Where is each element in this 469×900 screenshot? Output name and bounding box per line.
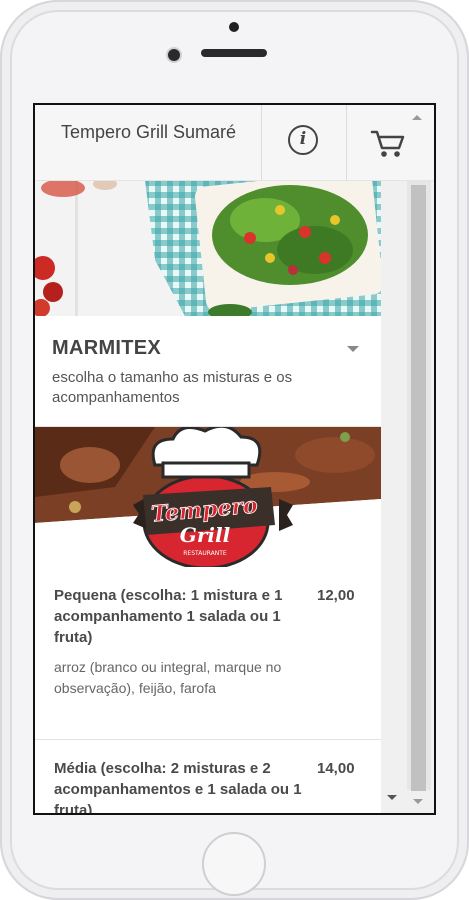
- category-title: MARMITEX: [52, 337, 162, 359]
- hero-food-image: [35, 180, 381, 316]
- logo-text: Grill: [180, 523, 231, 547]
- scroll-up-arrow[interactable]: [412, 115, 422, 120]
- earpiece-speaker: [201, 49, 267, 57]
- app-screen: Tempero Grill Sumaré i MARMITEX escolha …: [33, 103, 436, 815]
- item-name: Pequena (escolha: 1 mistura e 1 acompanh…: [54, 587, 283, 646]
- front-camera: [168, 49, 180, 61]
- restaurant-name[interactable]: Tempero Grill Sumaré: [61, 123, 261, 142]
- front-sensor: [229, 22, 239, 32]
- restaurant-logo-banner: Tempero Grill RESTAURANTE: [35, 427, 381, 567]
- logo-subtitle: RESTAURANTE: [183, 550, 227, 557]
- scrollbar-thumb[interactable]: [411, 185, 426, 791]
- item-price: 12,00: [317, 587, 355, 604]
- item-name: Média (escolha: 2 misturas e 2 acompanha…: [54, 760, 302, 815]
- menu-item[interactable]: Média (escolha: 2 misturas e 2 acompanha…: [35, 740, 381, 815]
- header-divider: [261, 105, 262, 180]
- info-icon[interactable]: i: [288, 125, 318, 155]
- home-button[interactable]: [202, 832, 266, 896]
- item-description: arroz (branco ou integral, marque no obs…: [54, 659, 282, 696]
- menu-content: MARMITEX escolha o tamanho as misturas e…: [35, 316, 381, 815]
- item-price: 14,00: [317, 760, 355, 777]
- cart-icon[interactable]: [369, 124, 409, 160]
- app-header: Tempero Grill Sumaré i: [35, 105, 434, 181]
- phone-frame: Tempero Grill Sumaré i MARMITEX escolha …: [0, 0, 469, 900]
- chevron-down-icon[interactable]: [347, 346, 359, 352]
- menu-item[interactable]: Pequena (escolha: 1 mistura e 1 acompanh…: [35, 567, 381, 740]
- scroll-down-arrow[interactable]: [387, 795, 397, 800]
- category-header[interactable]: MARMITEX escolha o tamanho as misturas e…: [35, 316, 381, 427]
- header-divider: [346, 105, 347, 180]
- category-description: escolha o tamanho as misturas e os acomp…: [52, 369, 293, 406]
- scroll-down-arrow[interactable]: [413, 799, 423, 804]
